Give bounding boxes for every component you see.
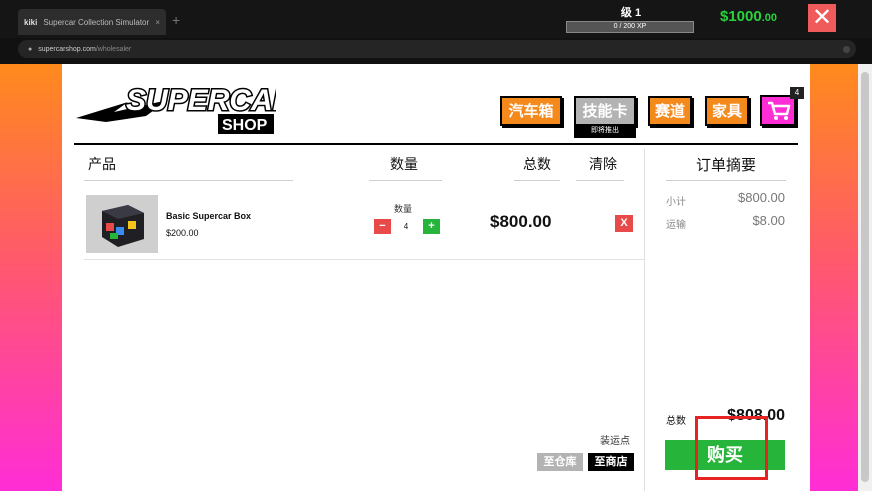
cart-icon <box>768 101 791 120</box>
nav-track-button[interactable]: 赛道 <box>648 96 692 126</box>
nav-furniture-button[interactable]: 家具 <box>705 96 749 126</box>
row-total: $800.00 <box>490 212 552 231</box>
cart-item-row: Basic Supercar Box $200.00 数量 − 4 + $800… <box>84 192 644 260</box>
product-name: Basic Supercar Box <box>166 211 252 221</box>
column-total: 总数 <box>523 156 551 172</box>
header-divider <box>74 143 798 145</box>
buy-button-highlight <box>695 416 768 480</box>
address-bar-menu-icon[interactable] <box>843 45 850 53</box>
quantity-increase-button[interactable]: + <box>423 219 440 234</box>
level-text: 级 1 <box>620 7 642 19</box>
column-underline <box>514 180 560 181</box>
order-total-label: 总数 <box>666 416 686 427</box>
summary-underline <box>666 180 786 181</box>
scrollbar-thumb[interactable] <box>861 72 869 482</box>
column-underline <box>369 180 442 181</box>
column-quantity: 数量 <box>390 156 418 172</box>
lock-icon: ● <box>28 45 33 53</box>
xp-bar: 0 / 200 XP <box>566 21 694 33</box>
ship-to-store-button[interactable]: 至商店 <box>588 453 634 471</box>
column-underline <box>84 180 293 181</box>
address-bar[interactable]: ● supercarshop.com/wholesaler <box>18 40 856 58</box>
ship-to-warehouse-button[interactable]: 至仓库 <box>537 453 583 471</box>
close-icon[interactable]: ✕ <box>808 4 836 32</box>
supercar-shop-logo[interactable]: SUPERCAR SHOP <box>76 72 276 136</box>
scrollbar[interactable] <box>858 64 872 491</box>
tab-site-label: kiki <box>24 17 38 27</box>
level-display: 级 1 0 / 200 XP <box>566 4 696 33</box>
shipping-point-label: 装运点 <box>600 436 630 447</box>
tab-title: Supercar Collection Simulator <box>43 17 150 27</box>
quantity-label: 数量 <box>394 204 413 214</box>
column-product: 产品 <box>88 156 116 172</box>
svg-text:SHOP: SHOP <box>222 117 268 134</box>
money-display: $1000.00 <box>720 8 777 25</box>
money-cents: .00 <box>761 12 778 24</box>
shop-page: SUPERCAR SHOP 汽车箱 技能卡 即将推出 赛道 家具 4 产品 数量… <box>62 64 810 491</box>
money-main: $1000 <box>720 8 762 25</box>
shipping-value: $8.00 <box>752 213 785 228</box>
subtotal-value: $800.00 <box>738 190 785 205</box>
new-tab-icon[interactable]: + <box>172 12 180 28</box>
quantity-decrease-button[interactable]: − <box>374 219 391 234</box>
order-summary-title: 订单摘要 <box>695 157 756 174</box>
svg-text:SUPERCAR: SUPERCAR <box>126 84 276 117</box>
tab-close-icon[interactable]: × <box>155 18 160 27</box>
browser-tab[interactable]: kiki Supercar Collection Simulator × <box>18 9 166 35</box>
column-clear: 清除 <box>589 156 617 172</box>
xp-text: 0 / 200 XP <box>613 23 647 30</box>
quantity-value[interactable]: 4 <box>396 219 416 234</box>
cart-count-badge: 4 <box>790 87 804 99</box>
url-text: supercarshop.com/wholesaler <box>38 45 132 53</box>
nav-skill-cards-button[interactable]: 技能卡 <box>574 96 636 126</box>
subtotal-label: 小计 <box>666 197 686 208</box>
nav-car-boxes-button[interactable]: 汽车箱 <box>500 96 562 126</box>
product-box-image <box>86 195 158 253</box>
shipping-label: 运输 <box>666 220 686 231</box>
remove-item-button[interactable]: X <box>615 215 633 232</box>
coming-soon-label: 即将推出 <box>574 124 636 138</box>
cart-button[interactable] <box>760 95 796 126</box>
browser-top-bar: kiki Supercar Collection Simulator × + 级… <box>0 0 872 38</box>
product-unit-price: $200.00 <box>166 228 199 238</box>
summary-divider <box>644 149 645 491</box>
column-underline <box>576 180 624 181</box>
